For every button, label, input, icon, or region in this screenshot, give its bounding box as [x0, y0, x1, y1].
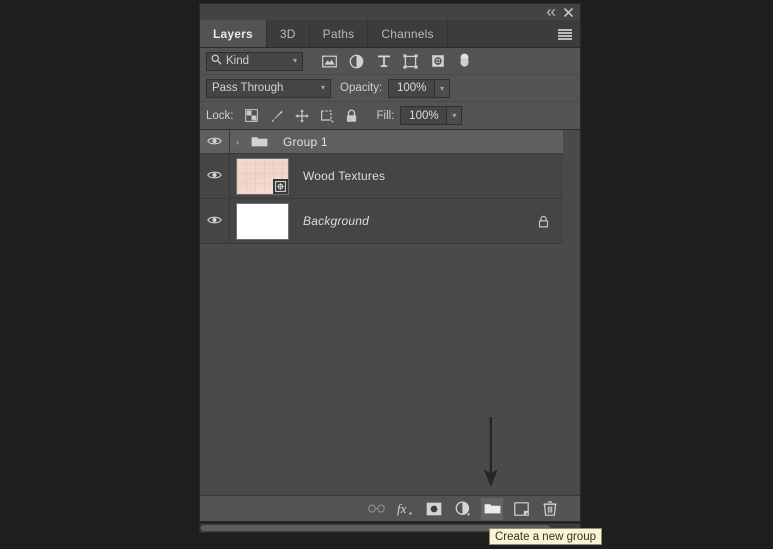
layer-thumbnail[interactable]: [236, 202, 289, 240]
filter-type-icons: [321, 53, 473, 70]
folder-icon: [251, 135, 268, 148]
tab-3d-label: 3D: [279, 26, 296, 41]
tab-layers-label: Layers: [213, 26, 253, 41]
lock-position-icon[interactable]: [294, 108, 310, 124]
layer-locked-icon: [538, 215, 549, 228]
lock-buttons: [244, 108, 360, 124]
fill-label: Fill:: [376, 109, 395, 122]
layer-visibility-toggle[interactable]: [200, 199, 230, 243]
layers-bottom-toolbar: fx: [200, 495, 580, 521]
fill-input[interactable]: 100%: [400, 106, 447, 125]
opacity-stepper-chevron-down-icon[interactable]: ▾: [434, 78, 451, 98]
layer-visibility-toggle[interactable]: [200, 130, 230, 153]
opacity-label: Opacity:: [340, 82, 383, 94]
table-row[interactable]: › Group 1: [200, 130, 563, 154]
screen: Layers 3D Paths Channels Kind ▾ Pass Thr…: [0, 0, 773, 549]
lock-label: Lock:: [206, 109, 234, 122]
table-row[interactable]: Wood Textures: [200, 154, 563, 199]
eye-icon: [207, 212, 222, 230]
eye-icon: [207, 167, 222, 185]
blend-mode-select[interactable]: Pass Through ▾: [206, 78, 331, 98]
table-row[interactable]: Background: [200, 199, 563, 244]
opacity-input[interactable]: 100%: [388, 78, 435, 98]
blend-mode-value: Pass Through: [212, 82, 284, 94]
fill-value: 100%: [409, 109, 439, 122]
layer-thumbnail[interactable]: [236, 157, 289, 195]
layer-visibility-toggle[interactable]: [200, 154, 230, 198]
tab-channels-label: Channels: [381, 26, 434, 41]
search-icon: [211, 54, 222, 68]
filter-type-layers-icon[interactable]: [375, 53, 392, 70]
lock-fill-row: Lock: Fill: 100% ▾: [200, 102, 580, 130]
layer-name: Group 1: [283, 134, 328, 149]
panel-titlebar: [200, 4, 580, 20]
link-layers-button[interactable]: [365, 498, 387, 520]
disclosure-chevron-right-icon[interactable]: ›: [236, 137, 245, 147]
tab-layers[interactable]: Layers: [200, 20, 267, 47]
svg-text:fx: fx: [397, 501, 407, 516]
create-new-layer-button[interactable]: [510, 498, 532, 520]
tab-paths[interactable]: Paths: [310, 20, 369, 47]
blend-opacity-row: Pass Through ▾ Opacity: 100% ▾: [200, 75, 580, 102]
add-layer-mask-button[interactable]: [423, 498, 445, 520]
layer-name: Wood Textures: [303, 169, 386, 183]
chevron-down-icon: ▾: [292, 56, 297, 65]
fill-stepper-chevron-down-icon[interactable]: ▾: [446, 106, 463, 125]
smart-object-badge-icon: [273, 178, 288, 194]
filter-shape-layers-icon[interactable]: [402, 53, 419, 70]
tooltip-text: Create a new group: [495, 530, 597, 543]
delete-layer-button[interactable]: [539, 498, 561, 520]
group-row-content: › Group 1: [230, 135, 328, 149]
collapse-double-chevron-icon[interactable]: [545, 6, 558, 19]
filter-pixel-layers-icon[interactable]: [321, 53, 338, 70]
layer-name: Background: [303, 214, 370, 228]
layers-panel: Layers 3D Paths Channels Kind ▾ Pass Thr…: [199, 3, 581, 522]
layers-list[interactable]: › Group 1 Wood Textures Background: [200, 130, 580, 495]
tab-3d[interactable]: 3D: [267, 20, 310, 47]
lock-artboard-nesting-icon[interactable]: [319, 108, 335, 124]
lock-all-icon[interactable]: [344, 108, 360, 124]
lock-image-pixels-icon[interactable]: [269, 108, 285, 124]
create-new-group-button[interactable]: [481, 497, 503, 520]
opacity-value: 100%: [396, 82, 427, 94]
new-adjustment-layer-button[interactable]: [452, 498, 474, 520]
panel-tabs: Layers 3D Paths Channels: [200, 20, 580, 48]
filter-toggle-switch-icon[interactable]: [456, 53, 473, 70]
filter-kind-label: Kind: [226, 55, 250, 67]
panel-menu-icon[interactable]: [558, 29, 572, 40]
close-icon[interactable]: [562, 6, 575, 19]
filter-smart-object-layers-icon[interactable]: [429, 53, 446, 70]
eye-icon: [207, 133, 222, 151]
add-layer-style-button[interactable]: fx: [394, 498, 416, 520]
layer-thumbnail-image: [237, 203, 288, 239]
tooltip: Create a new group: [489, 528, 603, 545]
filter-kind-select[interactable]: Kind ▾: [206, 51, 303, 71]
tab-channels[interactable]: Channels: [368, 20, 448, 47]
chevron-down-icon: ▾: [320, 83, 325, 92]
lock-transparent-pixels-icon[interactable]: [244, 108, 260, 124]
tab-paths-label: Paths: [322, 26, 355, 41]
layer-filter-row: Kind ▾: [200, 48, 580, 75]
filter-adjustment-layers-icon[interactable]: [348, 53, 365, 70]
